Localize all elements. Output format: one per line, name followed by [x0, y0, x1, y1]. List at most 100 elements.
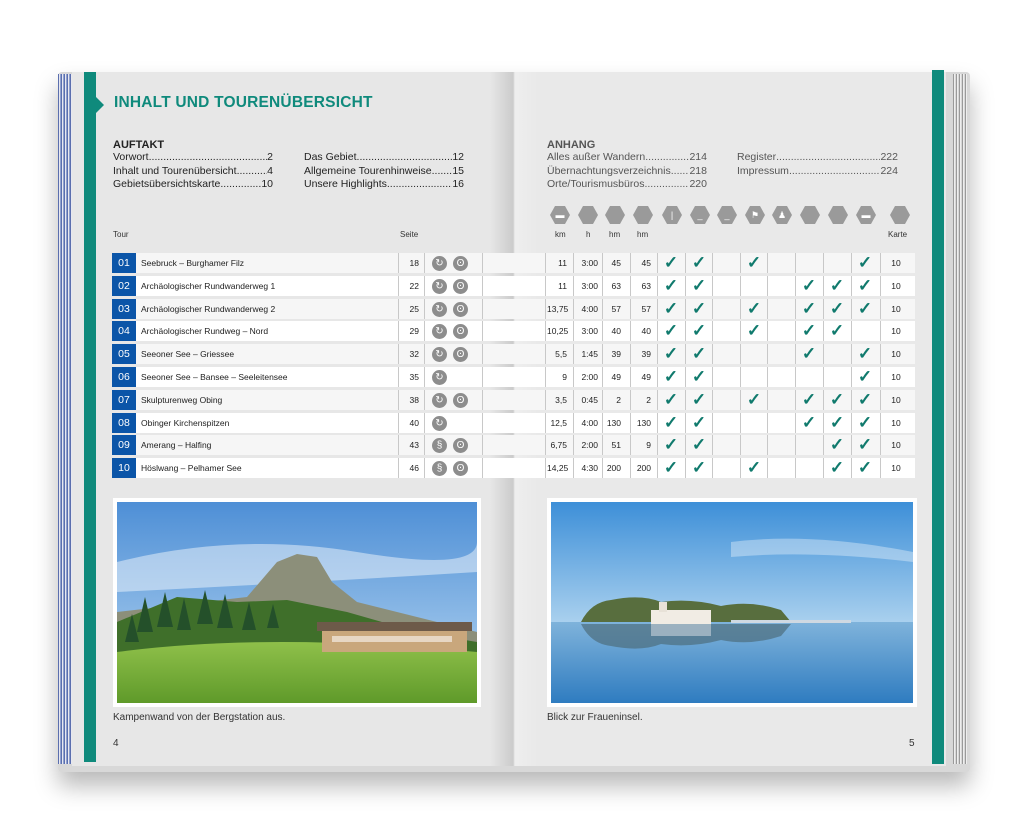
right-photo-caption: Blick zur Fraueninsel. [547, 712, 643, 723]
check-icon: ✓ [691, 367, 707, 386]
cell-divider [823, 367, 824, 387]
cell-divider [573, 344, 574, 364]
table-row: 02 Archäologischer Rundwanderweg 1 22 ↻ ʘ 11 3… [112, 276, 915, 296]
toc-page: 220 [689, 178, 707, 190]
tour-hours: 3:00 [581, 326, 598, 336]
check-icon: ✓ [857, 367, 873, 386]
toc-label: Orte/Tourismusbüros [547, 178, 645, 190]
tour-hm-down: 49 [641, 372, 651, 382]
check-icon: ✓ [663, 458, 679, 477]
left-teal-edge [84, 72, 96, 762]
tour-map-ref: 10 [891, 440, 901, 450]
cell-divider [712, 435, 713, 455]
tour-hours: 3:00 [581, 258, 598, 268]
check-icon: ✓ [691, 344, 707, 363]
cell-divider [795, 367, 796, 387]
cell-divider [740, 276, 741, 296]
check-icon: ✓ [663, 276, 679, 295]
photo-kampenwand [113, 498, 481, 707]
tour-name: Höslwang – Pelhamer See [141, 463, 242, 473]
ring-icon: ↻ [432, 324, 447, 339]
tour-number: 06 [112, 367, 136, 387]
cell-divider [767, 253, 768, 273]
check-icon: ✓ [663, 253, 679, 272]
toc-entry: Das Gebiet 12 [304, 151, 464, 165]
check-icon: ✓ [857, 413, 873, 432]
toc-entry: Gebietsübersichtskarte 10 [113, 178, 273, 192]
cell-divider [767, 321, 768, 341]
tour-hours: 3:00 [581, 281, 598, 291]
table-row: 10 Höslwang – Pelhamer See 46 § ʘ 14,25 4:30 20… [112, 458, 915, 478]
toc-page: 224 [880, 164, 898, 177]
anhang-heading: ANHANG [547, 139, 596, 151]
check-icon: ✓ [691, 321, 707, 340]
left-photo-caption: Kampenwand von der Bergstation aus. [113, 712, 286, 723]
ring-icon: ↻ [432, 279, 447, 294]
tour-map-ref: 10 [891, 304, 901, 314]
auftakt-col2: Das Gebiet 12 Allgemeine Tourenhinweise 15… [304, 151, 464, 192]
toc-label: Allgemeine Tourenhinweise [304, 164, 432, 177]
tour-hm-down: 9 [646, 440, 651, 450]
check-icon: ✓ [801, 390, 817, 409]
tour-number: 04 [112, 321, 136, 341]
check-icon: ✓ [857, 435, 873, 454]
toc-label: Inhalt und Tourenübersicht [113, 164, 237, 177]
toc-page: 214 [689, 151, 707, 163]
cell-divider [482, 435, 483, 455]
route-icon: § [432, 461, 447, 476]
tour-hm-up: 49 [611, 372, 621, 382]
cell-divider [573, 390, 574, 410]
cell-divider [712, 458, 713, 478]
tour-page: 22 [409, 281, 419, 291]
check-icon: ✓ [691, 435, 707, 454]
cell-divider [424, 435, 425, 455]
toc-entry: Allgemeine Tourenhinweise 15 [304, 165, 464, 179]
tour-page: 40 [409, 418, 419, 428]
tour-hm-up: 39 [611, 349, 621, 359]
cell-divider [767, 413, 768, 433]
tour-name: Obinger Kirchenspitzen [141, 418, 230, 428]
cell-divider [482, 299, 483, 319]
cell-divider [712, 413, 713, 433]
auftakt-col1: Vorwort 2 Inhalt und Tourenübersicht 4 Geb… [113, 151, 273, 192]
page-title: INHALT UND TOURENÜBERSICHT [114, 94, 373, 111]
table-row: 09 Amerang – Halfing 43 § ʘ 6,75 2:00 51 9 ✓ ✓ ✓ ✓ 10 [112, 435, 915, 455]
tour-map-ref: 10 [891, 395, 901, 405]
header-km: km [555, 230, 566, 239]
tour-page: 38 [409, 395, 419, 405]
tour-km: 5,5 [555, 349, 567, 359]
cell-divider [424, 413, 425, 433]
cell-divider [573, 299, 574, 319]
tour-map-ref: 10 [891, 326, 901, 336]
check-icon: ✓ [746, 458, 762, 477]
toc-page: 16 [452, 178, 464, 190]
cell-divider [482, 321, 483, 341]
cell-divider [880, 390, 881, 410]
toc-entry: Register 222 [737, 151, 898, 165]
check-icon: ✓ [829, 299, 845, 318]
header-hm-down: hm [637, 230, 649, 239]
cell-divider [880, 344, 881, 364]
cell-divider [545, 253, 546, 273]
toc-page: 15 [452, 164, 464, 177]
check-icon: ✓ [857, 253, 873, 272]
tour-hours: 1:45 [581, 349, 598, 359]
photo-fraueninsel-image [551, 502, 913, 703]
cell-divider [545, 435, 546, 455]
check-icon: ✓ [801, 299, 817, 318]
cell-divider [767, 299, 768, 319]
cell-divider [880, 367, 881, 387]
cell-divider [545, 299, 546, 319]
cell-divider [573, 413, 574, 433]
toc-entry: Inhalt und Tourenübersicht 4 [113, 165, 273, 179]
bear-icon: ʘ [453, 256, 468, 271]
tour-km: 3,5 [555, 395, 567, 405]
tour-number: 01 [112, 253, 136, 273]
photo-fraueninsel [547, 498, 917, 707]
tour-hm-down: 40 [641, 326, 651, 336]
cell-divider [880, 435, 881, 455]
tour-map-ref: 10 [891, 349, 901, 359]
toc-page: 218 [689, 164, 707, 177]
header-karte: Karte [888, 230, 908, 239]
cell-divider [823, 253, 824, 273]
